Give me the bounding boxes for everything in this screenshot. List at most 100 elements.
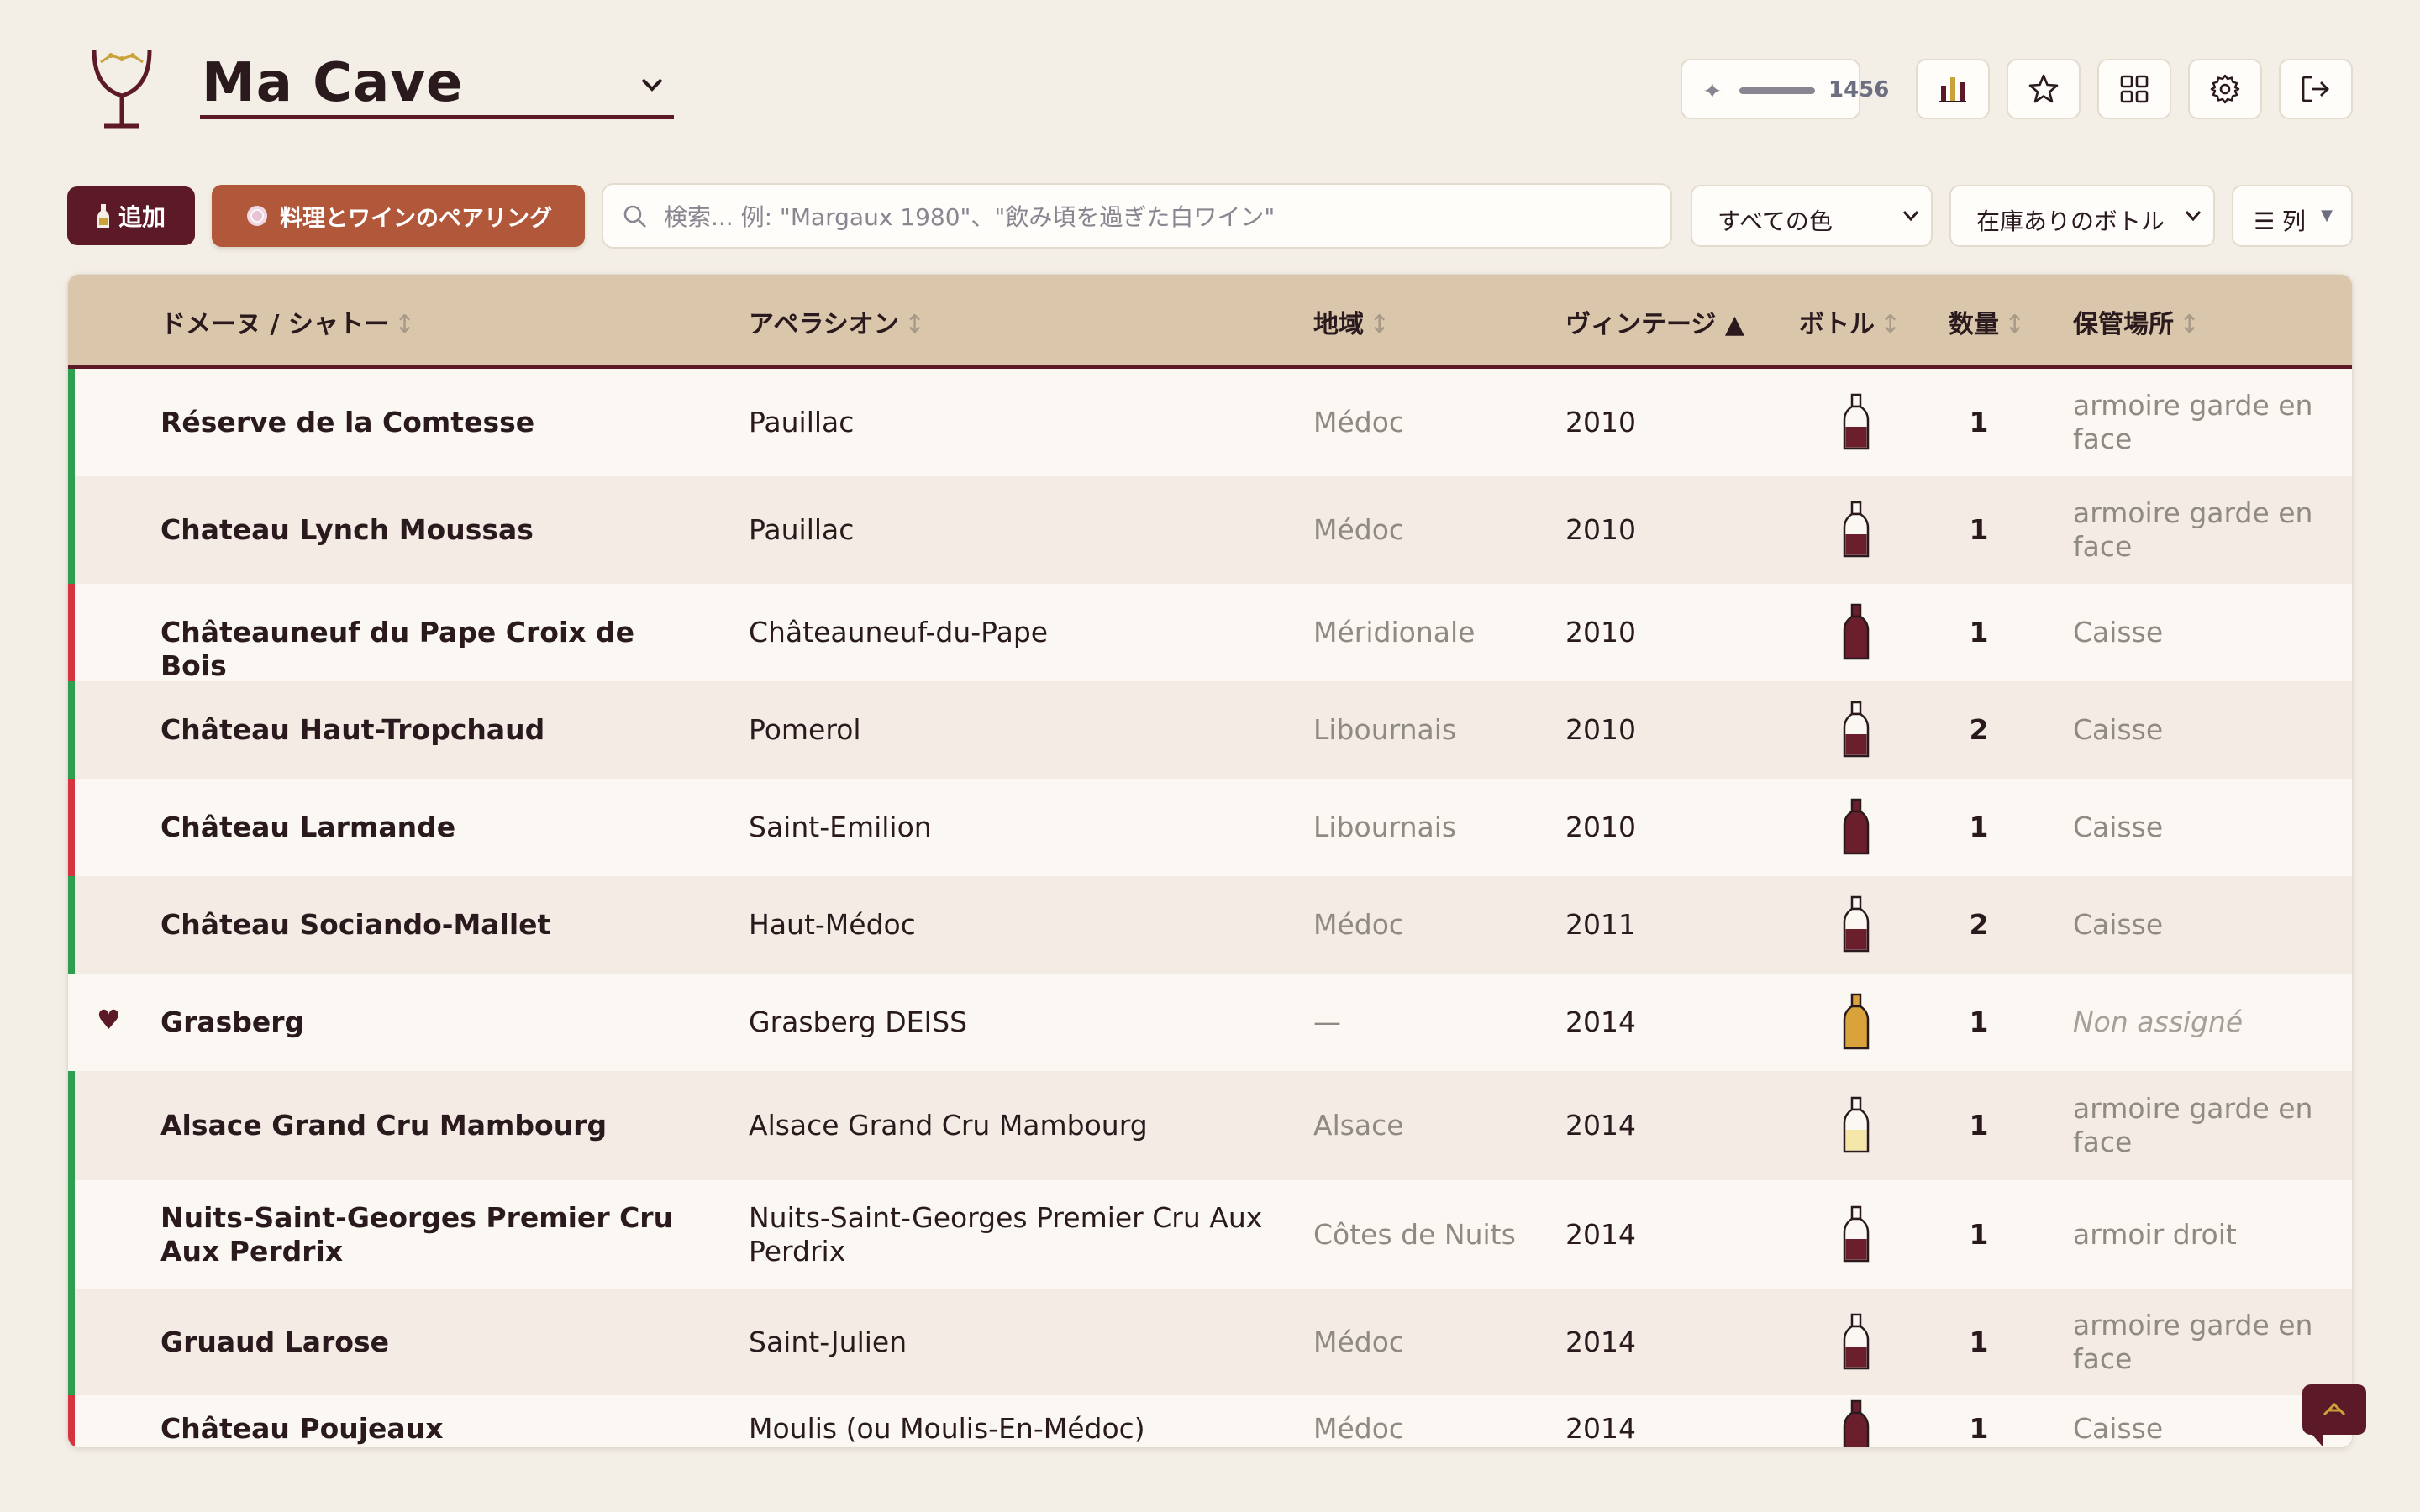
table-row[interactable]: Chateau Lynch Moussas Pauillac Médoc 2010 1 a… — [68, 476, 2352, 584]
region: Médoc — [1313, 406, 1405, 438]
pairing-label: 料理とワインのペアリング — [280, 205, 552, 232]
region: Méridionale — [1313, 616, 1476, 648]
quantity: 1 — [1969, 616, 1989, 648]
table-row[interactable]: Réserve de la Comtesse Pauillac Médoc 2010 1… — [68, 369, 2352, 476]
search-box[interactable] — [602, 183, 1672, 249]
wine-name: Château Sociando-Mallet — [160, 908, 551, 941]
bottle-icon — [1843, 1313, 1870, 1370]
header-region[interactable]: 地域 ↕ — [1313, 303, 1390, 340]
plate-icon — [247, 206, 267, 226]
table-row[interactable]: Château Poujeaux Moulis (ou Moulis-En-Méd… — [68, 1395, 2352, 1447]
grid-view-button[interactable] — [2097, 59, 2171, 119]
region: Médoc — [1313, 908, 1405, 941]
gear-icon — [2210, 74, 2240, 104]
table-row[interactable]: ♥ Grasberg Grasberg DEISS — 2014 1 Non assigné — [68, 974, 2352, 1071]
vintage: 2014 — [1565, 1412, 1636, 1445]
region: Médoc — [1313, 1326, 1405, 1358]
appellation: Pomerol — [749, 713, 861, 746]
wine-name: Réserve de la Comtesse — [160, 406, 535, 438]
table-row[interactable]: Alsace Grand Cru Mambourg Alsace Grand Cr… — [68, 1071, 2352, 1180]
table-row[interactable]: Gruaud Larose Saint-Julien Médoc 2014 1 armoi… — [68, 1289, 2352, 1395]
appellation: Saint-Emilion — [749, 811, 932, 843]
table-row[interactable]: Château Sociando-Mallet Haut-Médoc Médoc 20… — [68, 876, 2352, 974]
star-icon — [2028, 74, 2059, 103]
chevron-down-icon — [641, 78, 663, 92]
bottle-icon — [1843, 993, 1870, 1050]
appellation: Pauillac — [749, 513, 855, 546]
quantity: 1 — [1969, 811, 1989, 843]
storage-location: armoire garde en face — [2073, 496, 2313, 563]
heart-icon[interactable]: ♥ — [97, 1004, 121, 1036]
region: — — [1313, 1005, 1341, 1038]
wine-name: Chateau Lynch Moussas — [160, 513, 534, 546]
storage-location: armoire garde en face — [2073, 1092, 2313, 1158]
search-input[interactable] — [662, 195, 1657, 239]
storage-location: armoire garde en face — [2073, 389, 2313, 455]
sort-icon: ↕ — [2179, 310, 2201, 339]
columns-label: ☰ 列 — [2254, 207, 2307, 235]
table-row[interactable]: Château Haut-Tropchaud Pomerol Libournais 2… — [68, 681, 2352, 779]
quantity: 2 — [1969, 908, 1989, 941]
wine-name: Châteauneuf du Pape Croix de Bois — [160, 616, 635, 682]
add-label: 追加 — [118, 203, 166, 231]
wine-name: Alsace Grand Cru Mambourg — [160, 1109, 608, 1142]
storage-location: armoire garde en face — [2073, 1309, 2313, 1375]
add-bottle-button[interactable]: 追加 — [67, 186, 195, 245]
sort-icon: ↕ — [1880, 310, 1902, 339]
vintage: 2010 — [1565, 713, 1636, 746]
header-appellation[interactable]: アペラシオン ↕ — [749, 303, 925, 340]
bar-chart-icon — [1939, 77, 1966, 102]
feedback-icon — [2323, 1402, 2346, 1416]
bottle-icon — [1843, 701, 1870, 758]
food-pairing-button[interactable]: 料理とワインのペアリング — [212, 185, 585, 247]
region: Médoc — [1313, 1412, 1405, 1445]
quantity: 1 — [1969, 1326, 1989, 1358]
chevron-down-icon — [2185, 211, 2202, 222]
table-row[interactable]: Nuits-Saint-Georges Premier Cru Aux Perd… — [68, 1180, 2352, 1289]
appellation: Grasberg DEISS — [749, 1005, 968, 1038]
vintage: 2010 — [1565, 616, 1636, 648]
table-row[interactable]: Château Larmande Saint-Emilion Libournais 2… — [68, 779, 2352, 876]
stock-filter-value: 在庫ありのボトル — [1976, 207, 2165, 235]
storage-location: Caisse — [2073, 1412, 2164, 1445]
color-filter-select[interactable]: すべての色 — [1691, 185, 1933, 247]
quantity: 1 — [1969, 406, 1989, 438]
region: Libournais — [1313, 811, 1457, 843]
header-location[interactable]: 保管場所 ↕ — [2073, 303, 2200, 340]
sort-icon: ↕ — [903, 310, 925, 339]
logout-button[interactable] — [2279, 59, 2353, 119]
appellation: Alsace Grand Cru Mambourg — [749, 1109, 1148, 1142]
bottle-icon — [1843, 1205, 1870, 1263]
wine-glass-logo-icon — [92, 50, 152, 129]
region: Alsace — [1313, 1109, 1404, 1142]
region: Médoc — [1313, 513, 1405, 546]
drink-status-strip — [68, 369, 75, 476]
wine-name: Château Haut-Tropchaud — [160, 713, 545, 746]
favorites-button[interactable] — [2007, 59, 2081, 119]
appellation: Haut-Médoc — [749, 908, 916, 941]
points-indicator[interactable]: ✦ 1456 — [1681, 59, 1889, 119]
region: Libournais — [1313, 713, 1457, 746]
drink-status-strip — [68, 1395, 75, 1447]
header-name[interactable]: ドメーヌ / シャトー ↕ — [160, 303, 415, 340]
header-qty[interactable]: 数量 ↕ — [1949, 303, 2025, 340]
drink-status-strip — [68, 876, 75, 974]
drink-status-strip — [68, 779, 75, 876]
wine-name: Château Poujeaux — [160, 1412, 444, 1445]
header-bottle[interactable]: ボトル ↕ — [1799, 303, 1901, 340]
bottle-icon — [1843, 393, 1870, 450]
bottle-icon — [1843, 895, 1870, 953]
stats-button[interactable] — [1916, 59, 1990, 119]
region: Côtes de Nuits — [1313, 1218, 1516, 1251]
stock-filter-select[interactable]: 在庫ありのボトル — [1949, 185, 2215, 247]
storage-location: Caisse — [2073, 616, 2164, 648]
header-vintage[interactable]: ヴィンテージ ▲ — [1565, 303, 1744, 340]
feedback-button[interactable] — [2302, 1384, 2366, 1446]
settings-button[interactable] — [2188, 59, 2262, 119]
quantity: 2 — [1969, 713, 1989, 746]
drink-status-strip — [68, 1180, 75, 1289]
table-row[interactable]: Châteauneuf du Pape Croix de Bois Château… — [68, 584, 2352, 682]
quantity: 1 — [1969, 1218, 1989, 1251]
columns-button[interactable]: ☰ 列 ▼ — [2232, 185, 2353, 247]
cellar-selector[interactable]: Ma Cave — [200, 49, 674, 119]
